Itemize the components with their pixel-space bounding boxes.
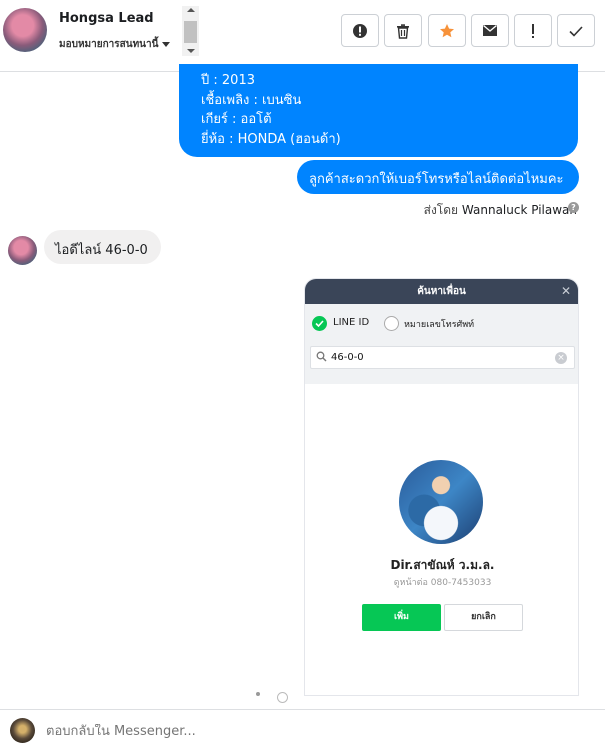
radio-selected-icon <box>312 316 327 331</box>
line-title: ค้นหาเพื่อน <box>417 286 466 297</box>
contact-name[interactable]: Hongsa Lead <box>59 11 154 26</box>
line-header: ค้นหาเพื่อน ✕ <box>305 279 578 304</box>
incoming-image-line-screenshot[interactable]: ค้นหาเพื่อน ✕ LINE ID หมายเลขโทรศัพท์ 46… <box>304 278 579 696</box>
incoming-message-line-id[interactable]: ไอดีไลน์ 46-0-0 <box>44 230 161 264</box>
scroll-down-icon[interactable] <box>187 49 195 53</box>
close-icon: ✕ <box>560 284 571 298</box>
flag-button[interactable] <box>514 14 552 47</box>
profile-photo <box>399 460 483 544</box>
done-button[interactable] <box>557 14 595 47</box>
contact-avatar-small[interactable] <box>8 236 37 265</box>
phone-option-label: หมายเลขโทรศัพท์ <box>404 320 475 330</box>
star-button[interactable] <box>428 14 466 47</box>
search-icon <box>316 351 327 362</box>
sent-by-prefix: ส่งโดย <box>423 203 459 217</box>
message-text: ไอดีไลน์ 46-0-0 <box>55 243 148 258</box>
check-icon <box>569 25 583 37</box>
profile-status: ดูหน้าต่อ 080-7453033 <box>393 578 492 588</box>
line-cancel-button: ยกเลิก <box>444 604 523 631</box>
line-id-option-label: LINE ID <box>333 317 370 328</box>
contact-avatar[interactable] <box>3 8 47 52</box>
exclamation-circle-icon <box>353 23 367 38</box>
radio-unselected-icon <box>384 316 399 331</box>
message-text: ลูกค้าสะดวกให้เบอร์โทรหรือไลน์ติดต่อไหมค… <box>309 172 564 187</box>
mark-unread-button[interactable] <box>471 14 509 47</box>
outgoing-message-car-details[interactable]: ปี : 2013 เชื้อเพลิง : เบนซิน เกียร์ : อ… <box>179 64 578 157</box>
exclamation-icon <box>532 23 534 38</box>
outgoing-message-contact-request[interactable]: ลูกค้าสะดวกให้เบอร์โทรหรือไลน์ติดต่อไหมค… <box>297 160 579 194</box>
reply-input[interactable] <box>46 724 586 739</box>
scrollbar-thumb[interactable] <box>184 21 197 43</box>
report-button[interactable] <box>341 14 379 47</box>
chevron-down-icon <box>162 41 171 47</box>
seen-indicator-dot <box>256 692 260 696</box>
scroll-up-icon[interactable] <box>187 8 195 12</box>
page-avatar <box>10 718 35 743</box>
message-line: เชื้อเพลิง : เบนซิน <box>201 92 302 108</box>
delivered-icon <box>277 692 288 703</box>
message-line: ยี่ห้อ : HONDA (ฮอนด้า) <box>201 131 341 147</box>
line-search-panel: LINE ID หมายเลขโทรศัพท์ 46-0-0 × <box>305 304 578 384</box>
delete-button[interactable] <box>384 14 422 47</box>
line-add-button: เพิ่ม <box>362 604 441 631</box>
line-search-value: 46-0-0 <box>331 352 364 363</box>
conversation-header: Hongsa Lead มอบหมายการสนทนานี้ <box>0 0 605 72</box>
clear-icon: × <box>555 352 567 364</box>
sender-name: Wannaluck Pilawan <box>461 203 577 217</box>
reply-composer <box>0 709 605 746</box>
envelope-icon <box>483 24 497 36</box>
sent-by-label: ส่งโดย Wannaluck Pilawan <box>424 201 577 220</box>
star-icon <box>440 23 454 37</box>
assign-conversation-label: มอบหมายการสนทนานี้ <box>59 39 159 50</box>
message-line: เกียร์ : ออโต้ <box>201 112 272 127</box>
profile-name: Dir.สาขัณห์ ว.ม.ล. <box>390 558 495 572</box>
assign-conversation-dropdown[interactable]: มอบหมายการสนทนานี้ <box>59 37 171 52</box>
message-line: ปี : 2013 <box>201 73 255 88</box>
header-scrollbar[interactable] <box>182 6 199 56</box>
trash-icon <box>397 23 409 39</box>
info-icon[interactable]: ? <box>568 202 579 213</box>
line-search-field: 46-0-0 × <box>310 346 575 369</box>
